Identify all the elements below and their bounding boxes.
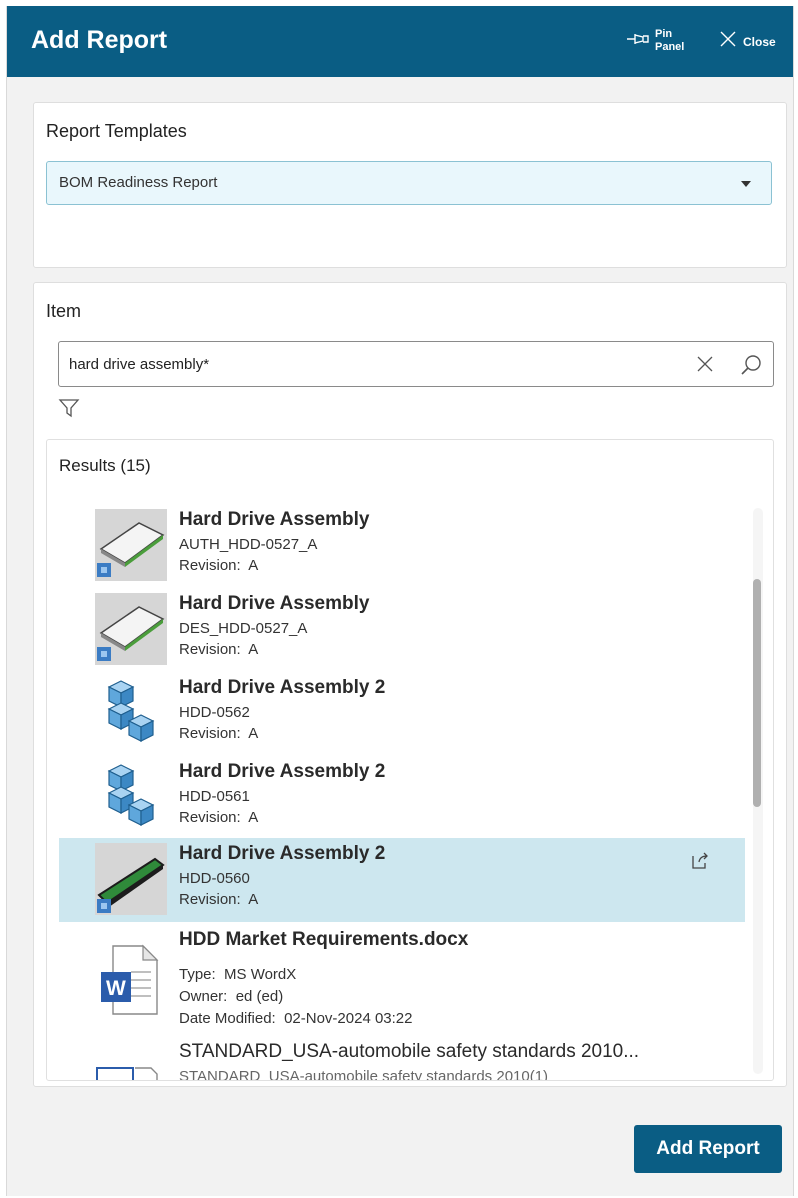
assembly-cubes-icon [95,677,167,749]
result-title: Hard Drive Assembly 2 [179,761,386,782]
result-row[interactable]: Hard Drive Assembly DES_HDD-0527_A Revis… [59,588,745,672]
report-templates-section: Report Templates BOM Readiness Report [33,102,787,268]
word-document-icon: W [95,944,167,1016]
item-section: Item hard drive assembly* Results (15) H… [33,282,787,1087]
close-button[interactable]: Close [719,30,776,53]
result-row[interactable]: Hard Drive Assembly AUTH_HDD-0527_A Revi… [59,504,745,588]
chevron-down-icon [741,181,751,187]
document-date-modified: Date Modified: 02-Nov-2024 03:22 [179,1010,413,1027]
pin-icon [625,31,651,52]
result-title: Hard Drive Assembly 2 [179,843,386,864]
result-row[interactable]: Hard Drive Assembly 2 HDD-0561 Revision:… [59,756,745,840]
panel-title: Add Report [31,26,168,54]
result-id: HDD-0561 [179,788,250,805]
result-row-document[interactable]: W HDD Market Requirements.docx Type: MS … [59,924,745,1034]
item-search-input[interactable]: hard drive assembly* [58,341,774,387]
document-owner: Owner: ed (ed) [179,988,284,1005]
document-type: Type: MS WordX [179,966,297,983]
report-templates-title: Report Templates [46,121,187,141]
result-title: Hard Drive Assembly [179,593,370,614]
item-title: Item [46,301,82,321]
result-row-selected[interactable]: Hard Drive Assembly 2 HDD-0560 Revision:… [59,838,745,922]
result-title: Hard Drive Assembly 2 [179,677,386,698]
filter-icon[interactable] [58,397,80,424]
svg-text:W: W [106,977,126,1000]
open-in-new-icon[interactable] [689,850,711,877]
results-title: Results (15) [59,456,151,475]
document-title: HDD Market Requirements.docx [179,929,469,950]
report-template-dropdown[interactable]: BOM Readiness Report [46,161,772,205]
document-icon [95,1064,167,1080]
partial-result-title: STANDARD_USA-automobile safety standards… [179,1041,640,1062]
result-revision: Revision: A [179,891,259,908]
search-icon[interactable] [739,353,763,382]
result-id: HDD-0560 [179,870,250,887]
result-id: DES_HDD-0527_A [179,620,308,637]
result-revision: Revision: A [179,725,259,742]
result-revision: Revision: A [179,809,259,826]
results-panel: Results (15) Hard Drive Assembly AUTH_HD… [46,439,774,1081]
result-revision: Revision: A [179,641,259,658]
pin-panel-button[interactable]: Pin Panel [625,28,684,54]
report-template-value: BOM Readiness Report [59,174,218,191]
result-row[interactable]: Hard Drive Assembly 2 HDD-0562 Revision:… [59,672,745,756]
result-row-partial[interactable]: STANDARD_USA-automobile safety standards… [59,1036,745,1080]
drive-thumbnail-icon [95,593,167,665]
result-id: HDD-0562 [179,704,250,721]
panel-header: Add Report Pin Panel Close [7,6,793,77]
circuit-board-thumbnail-icon [95,843,167,915]
close-icon [719,30,737,53]
close-label: Close [743,34,776,49]
add-report-panel: Add Report Pin Panel Close Report Templat… [6,6,794,1196]
assembly-cubes-icon [95,761,167,833]
clear-search-icon[interactable] [695,354,715,379]
item-search-value: hard drive assembly* [69,356,210,373]
partial-result-subtitle: STANDARD_USA-automobile safety standards… [179,1068,549,1081]
results-scrollbar-thumb[interactable] [753,579,761,807]
drive-thumbnail-icon [95,509,167,581]
result-revision: Revision: A [179,557,259,574]
pin-panel-label: Pin Panel [655,28,685,53]
add-report-button[interactable]: Add Report [634,1125,782,1173]
result-id: AUTH_HDD-0527_A [179,536,318,553]
result-title: Hard Drive Assembly [179,509,370,530]
